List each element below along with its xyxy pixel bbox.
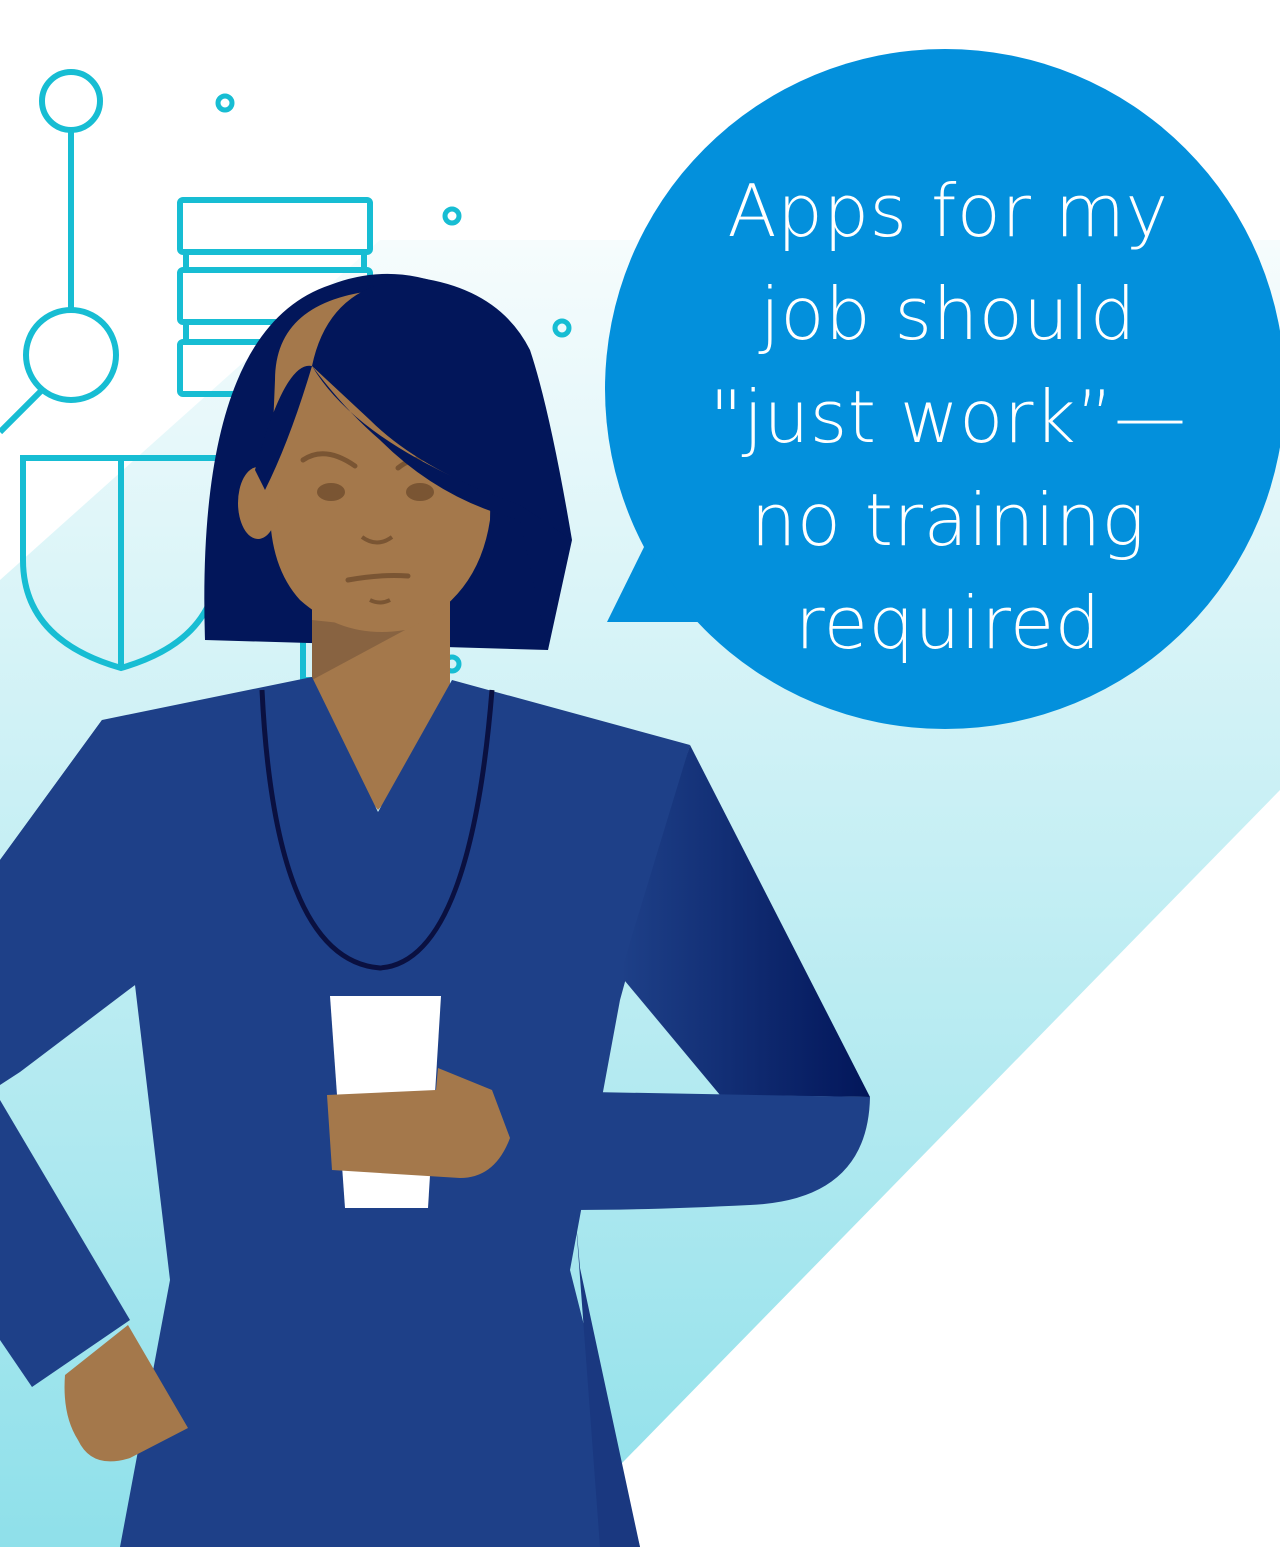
- right-eye: [406, 483, 434, 501]
- speech-line: job should: [759, 272, 1137, 356]
- speech-line: no training: [750, 478, 1146, 562]
- ear: [238, 467, 278, 539]
- speech-line: Apps for my: [727, 169, 1169, 253]
- left-eye: [317, 483, 345, 501]
- speech-line: required: [795, 581, 1101, 665]
- speech-bubble-text: Apps for my job should "just work”— no t…: [668, 160, 1228, 675]
- speech-line: "just work”—: [709, 375, 1187, 459]
- network-node-icon: [0, 69, 119, 435]
